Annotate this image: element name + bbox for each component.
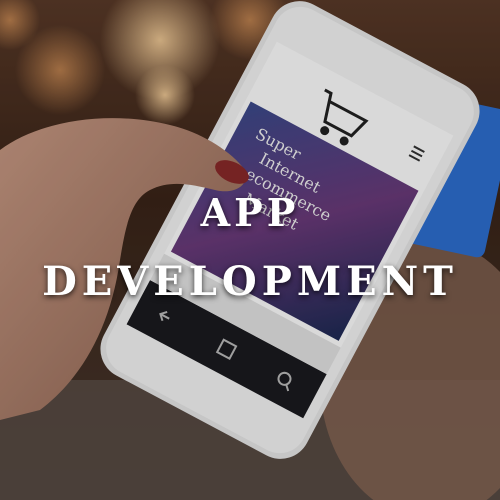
app-development-scene: Super Internet ecommerce Market APP DEVE… xyxy=(0,0,500,500)
headline-line-1: APP xyxy=(200,190,300,235)
background-photo: Super Internet ecommerce Market xyxy=(0,0,500,500)
headline-line-2: DEVELOPMENT xyxy=(42,258,458,305)
